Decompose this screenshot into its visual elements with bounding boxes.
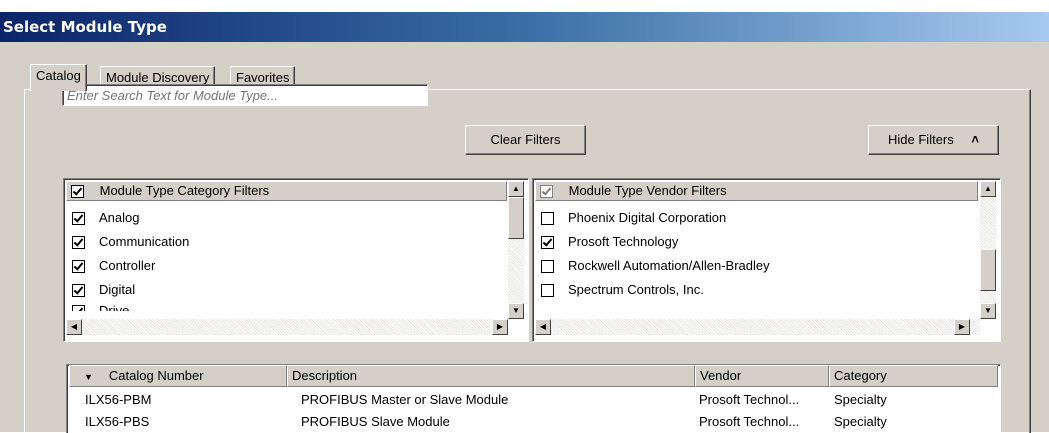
category-item-controller[interactable]: Controller: [72, 254, 155, 278]
vendor-item-label: Spectrum Controls, Inc.: [568, 282, 704, 297]
vendor-horizontal-scrollbar[interactable]: [535, 319, 980, 335]
vendor-item-spectrum[interactable]: Spectrum Controls, Inc.: [541, 278, 704, 302]
category-item-analog[interactable]: Analog: [72, 206, 139, 230]
cell-description: PROFIBUS Slave Module: [301, 414, 450, 429]
category-filter-header: Module Type Category Filters: [66, 181, 507, 201]
category-item-drive[interactable]: Drive: [72, 299, 129, 311]
catalog-table: ▼ Catalog Number Description Vendor Categ…: [66, 364, 1001, 433]
scroll-down-arrow-icon[interactable]: ▼: [508, 303, 524, 319]
vendor-item-rockwell[interactable]: Rockwell Automation/Allen-Bradley: [541, 254, 770, 278]
category-item-label: Digital: [99, 282, 136, 297]
scroll-down-arrow-icon[interactable]: ▼: [980, 303, 996, 319]
vendor-filter-header-label: Module Type Vendor Filters: [568, 183, 727, 198]
vendor-select-all-checkbox[interactable]: [540, 185, 553, 199]
scroll-right-arrow-icon[interactable]: ▶: [492, 319, 508, 335]
category-filter-list: Module Type Category Filters Analog Comm…: [63, 178, 529, 342]
sort-down-icon: ▼: [84, 372, 93, 382]
scroll-thumb[interactable]: [508, 197, 524, 239]
vendor-item-label: Prosoft Technology: [568, 234, 679, 249]
vendor-item-phoenix[interactable]: Phoenix Digital Corporation: [541, 206, 726, 230]
category-item-communication[interactable]: Communication: [72, 230, 189, 254]
checkbox[interactable]: [72, 305, 85, 311]
cell-vendor: Prosoft Technol...: [699, 392, 800, 407]
column-header-description[interactable]: Description: [287, 365, 695, 387]
tab-catalog[interactable]: Catalog: [30, 64, 87, 91]
cell-vendor: Prosoft Technol...: [699, 414, 800, 429]
checkbox[interactable]: [541, 260, 554, 274]
window-title: Select Module Type: [3, 18, 167, 36]
scroll-thumb[interactable]: [980, 249, 996, 291]
cell-description: PROFIBUS Master or Slave Module: [301, 392, 509, 407]
scroll-up-arrow-icon[interactable]: ▲: [508, 181, 524, 197]
cell-category: Specialty: [834, 414, 887, 429]
cell-category: Specialty: [834, 392, 887, 407]
checkbox[interactable]: [72, 212, 85, 226]
double-chevron-up-icon: ˄: [971, 132, 979, 147]
checkbox[interactable]: [541, 236, 554, 250]
checkbox[interactable]: [72, 284, 85, 298]
category-item-label: Communication: [99, 234, 190, 249]
cell-catalog-number: ILX56-PBS: [85, 414, 150, 429]
category-filter-header-label: Module Type Category Filters: [99, 183, 270, 198]
clear-filters-label: Clear Filters: [490, 132, 561, 147]
column-header-catalog-number[interactable]: ▼ Catalog Number: [69, 365, 287, 387]
clear-filters-button[interactable]: Clear Filters: [465, 125, 586, 155]
column-header-category[interactable]: Category: [829, 365, 998, 387]
checkbox[interactable]: [541, 284, 554, 298]
scroll-left-arrow-icon[interactable]: ◀: [66, 319, 82, 335]
search-input[interactable]: [62, 84, 428, 106]
hide-filters-button[interactable]: Hide Filters ˄: [868, 125, 999, 155]
column-header-label: Description: [292, 368, 358, 383]
hide-filters-label: Hide Filters: [888, 132, 954, 147]
checkbox[interactable]: [541, 212, 554, 226]
scroll-left-arrow-icon[interactable]: ◀: [535, 319, 551, 335]
title-bar: Select Module Type: [0, 12, 1049, 42]
category-horizontal-scrollbar[interactable]: [66, 319, 508, 335]
category-item-label: Analog: [99, 210, 140, 225]
category-select-all-checkbox[interactable]: [71, 185, 84, 199]
column-header-label: Vendor: [700, 368, 742, 383]
vendor-filter-header: Module Type Vendor Filters: [535, 181, 978, 201]
scroll-up-arrow-icon[interactable]: ▲: [980, 181, 996, 197]
scroll-right-arrow-icon[interactable]: ▶: [954, 319, 970, 335]
column-header-label: Catalog Number: [108, 368, 204, 383]
vendor-filter-list: Module Type Vendor Filters Phoenix Digit…: [532, 178, 1001, 342]
column-header-vendor[interactable]: Vendor: [695, 365, 829, 387]
vendor-item-label: Rockwell Automation/Allen-Bradley: [568, 258, 770, 273]
checkbox[interactable]: [72, 260, 85, 274]
cell-catalog-number: ILX56-PBM: [85, 392, 152, 407]
vendor-item-label: Phoenix Digital Corporation: [568, 210, 727, 225]
category-item-label: Drive: [99, 303, 130, 311]
category-item-label: Controller: [99, 258, 156, 273]
vendor-item-prosoft[interactable]: Prosoft Technology: [541, 230, 678, 254]
column-header-label: Category: [834, 368, 887, 383]
checkbox[interactable]: [72, 236, 85, 250]
